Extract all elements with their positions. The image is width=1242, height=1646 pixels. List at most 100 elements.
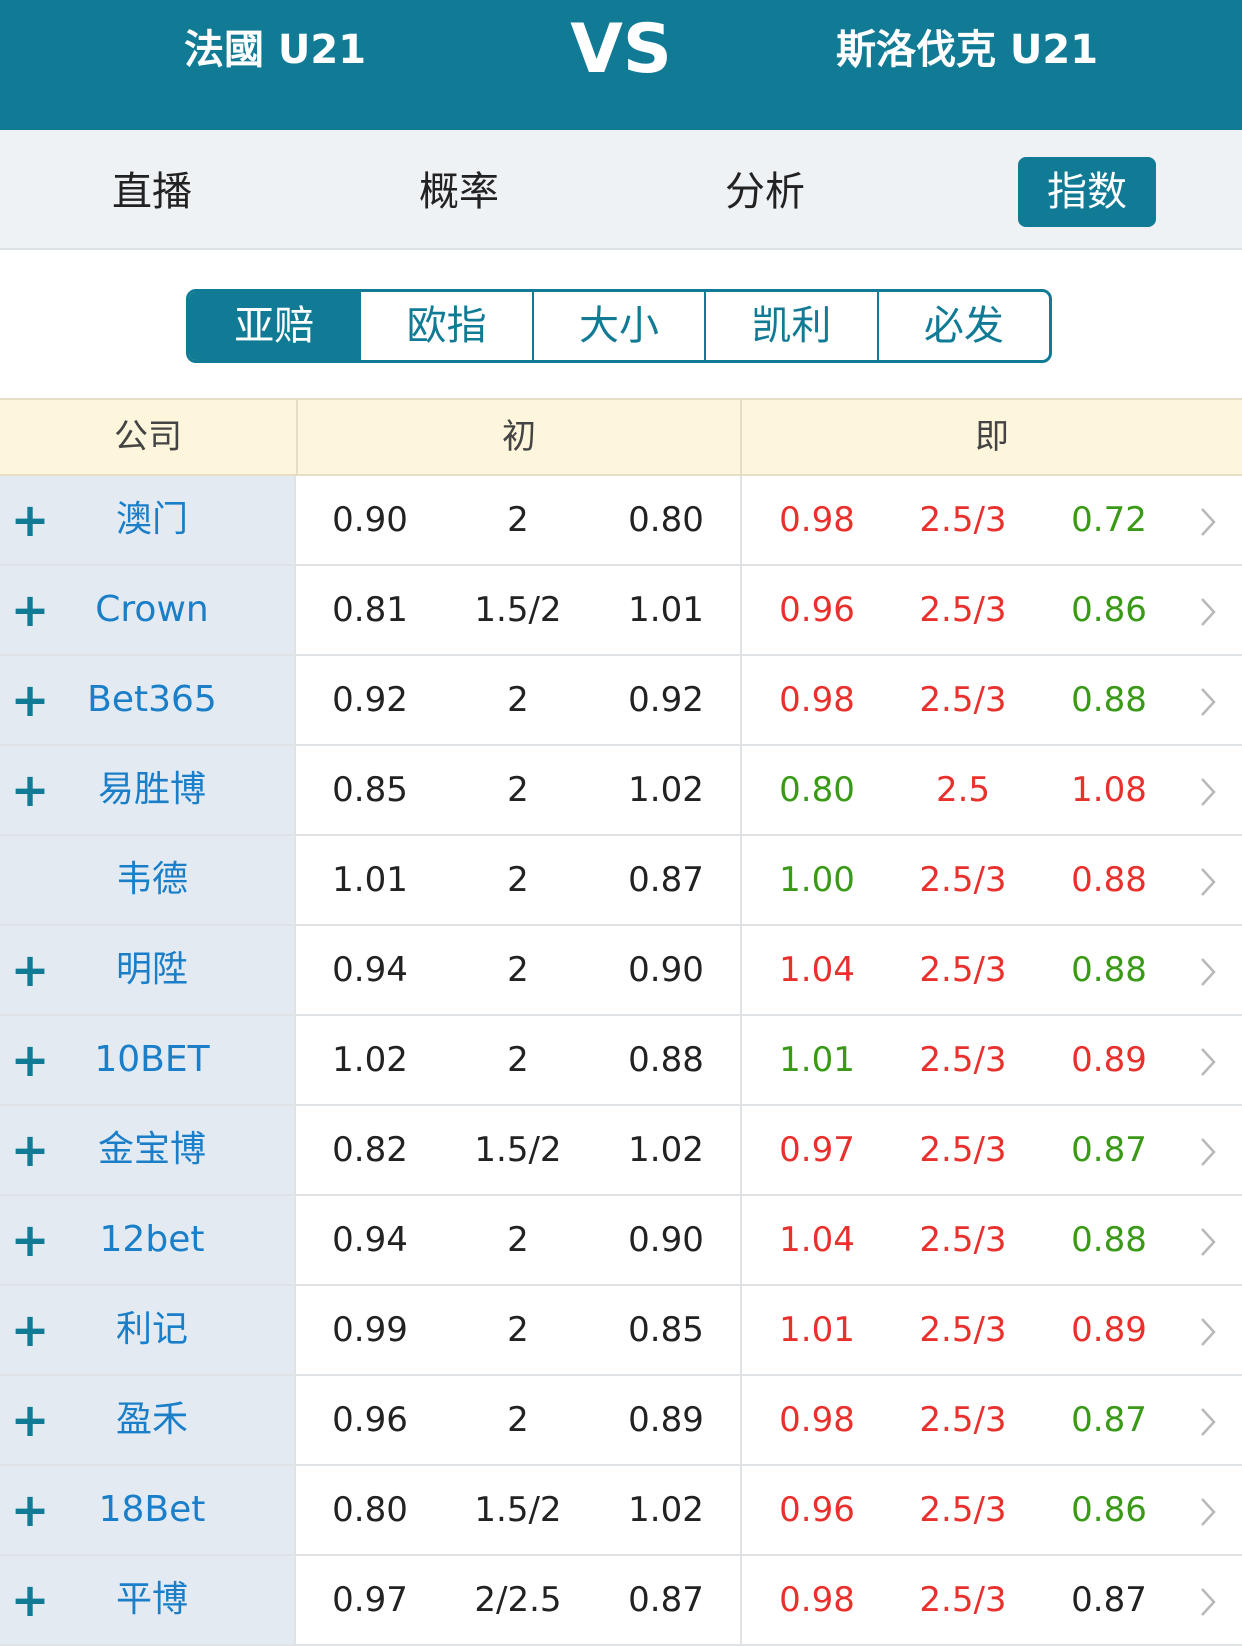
company-name[interactable]: 18Bet	[60, 1466, 244, 1554]
subtab-betfair[interactable]: 必发	[879, 292, 1049, 360]
initial-home-odds: 0.81	[332, 590, 408, 630]
company-name[interactable]: 易胜博	[60, 746, 244, 834]
initial-away-odds: 0.87	[628, 860, 704, 900]
company-name[interactable]: 澳门	[60, 476, 244, 564]
chevron-right-icon[interactable]	[1188, 926, 1228, 1014]
plus-icon[interactable]: +	[10, 926, 50, 1014]
company-name[interactable]: 10BET	[60, 1016, 244, 1104]
tab-probability[interactable]: 概率	[390, 157, 528, 227]
chevron-right-icon[interactable]	[1188, 1466, 1228, 1554]
table-row[interactable]: + 盈禾 0.96 2 0.89 0.98 2.5/3 0.87	[0, 1376, 1242, 1466]
vs-label: VS	[570, 10, 672, 89]
initial-away-odds: 0.90	[628, 950, 704, 990]
live-away-odds: 0.88	[1071, 680, 1147, 720]
column-divider	[740, 476, 742, 564]
initial-home-odds: 0.92	[332, 680, 408, 720]
live-home-odds: 0.96	[779, 1490, 855, 1530]
company-name[interactable]: 金宝博	[60, 1106, 244, 1194]
company-name[interactable]: Bet365	[60, 656, 244, 744]
plus-icon[interactable]: +	[10, 476, 50, 564]
initial-home-odds: 0.90	[332, 500, 408, 540]
initial-handicap: 2	[507, 1040, 529, 1080]
company-name[interactable]: 韦德	[60, 836, 244, 924]
live-handicap: 2.5	[935, 770, 991, 810]
live-handicap: 2.5/3	[919, 1310, 1007, 1350]
home-team-name: 法國 U21	[183, 27, 367, 73]
chevron-right-icon[interactable]	[1188, 656, 1228, 744]
header-company: 公司	[114, 417, 182, 457]
tab-analysis[interactable]: 分析	[696, 157, 834, 227]
plus-icon[interactable]: +	[10, 1196, 50, 1284]
table-row[interactable]: + 明陞 0.94 2 0.90 1.04 2.5/3 0.88	[0, 926, 1242, 1016]
company-name[interactable]: 12bet	[60, 1196, 244, 1284]
initial-away-odds: 0.88	[628, 1040, 704, 1080]
table-row[interactable]: +12bet 0.94 2 0.90 1.04 2.5/3 0.88	[0, 1196, 1242, 1286]
plus-icon[interactable]: +	[10, 1556, 50, 1644]
table-row[interactable]: + 平博 0.97 2/2.5 0.87 0.98 2.5/3 0.87	[0, 1556, 1242, 1646]
initial-away-odds: 0.90	[628, 1220, 704, 1260]
company-name[interactable]: 明陞	[60, 926, 244, 1014]
live-handicap: 2.5/3	[919, 1220, 1007, 1260]
company-cell: + Crown	[0, 566, 296, 654]
away-team-name: 斯洛伐克 U21	[835, 27, 1099, 73]
table-row[interactable]: +18Bet 0.80 1.5/2 1.02 0.96 2.5/3 0.86	[0, 1466, 1242, 1556]
chevron-right-icon[interactable]	[1188, 1196, 1228, 1284]
company-name[interactable]: 盈禾	[60, 1376, 244, 1464]
tab-odds-index[interactable]: 指数	[1018, 157, 1156, 227]
initial-handicap: 2	[507, 680, 529, 720]
chevron-right-icon[interactable]	[1188, 1016, 1228, 1104]
company-name[interactable]: 平博	[60, 1556, 244, 1644]
plus-icon[interactable]: +	[10, 1016, 50, 1104]
table-row[interactable]: 韦德 1.01 2 0.87 1.00 2.5/3 0.88	[0, 836, 1242, 926]
live-home-odds: 0.98	[779, 1580, 855, 1620]
company-cell: + 易胜博	[0, 746, 296, 834]
live-handicap: 2.5/3	[919, 1490, 1007, 1530]
table-row[interactable]: +10BET 1.02 2 0.88 1.01 2.5/3 0.89	[0, 1016, 1242, 1106]
table-row[interactable]: + 金宝博 0.82 1.5/2 1.02 0.97 2.5/3 0.87	[0, 1106, 1242, 1196]
initial-handicap: 2	[507, 1220, 529, 1260]
live-handicap: 2.5/3	[919, 860, 1007, 900]
plus-icon[interactable]: +	[10, 1466, 50, 1554]
plus-icon[interactable]: +	[10, 746, 50, 834]
table-row[interactable]: + 易胜博 0.85 2 1.02 0.80 2.5 1.08	[0, 746, 1242, 836]
table-row[interactable]: + 利记 0.99 2 0.85 1.01 2.5/3 0.89	[0, 1286, 1242, 1376]
plus-icon[interactable]: +	[10, 656, 50, 744]
chevron-right-icon[interactable]	[1188, 1106, 1228, 1194]
table-row[interactable]: + Bet365 0.92 2 0.92 0.98 2.5/3 0.88	[0, 656, 1242, 746]
chevron-right-icon[interactable]	[1188, 1556, 1228, 1644]
column-divider	[740, 1466, 742, 1554]
chevron-right-icon[interactable]	[1188, 566, 1228, 654]
chevron-right-icon[interactable]	[1188, 836, 1228, 924]
live-handicap: 2.5/3	[919, 950, 1007, 990]
live-home-odds: 0.98	[779, 500, 855, 540]
chevron-right-icon[interactable]	[1188, 1286, 1228, 1374]
live-away-odds: 0.72	[1071, 500, 1147, 540]
table-row[interactable]: + Crown 0.81 1.5/2 1.01 0.96 2.5/3 0.86	[0, 566, 1242, 656]
live-away-odds: 1.08	[1071, 770, 1147, 810]
plus-icon[interactable]: +	[10, 566, 50, 654]
initial-home-odds: 1.02	[332, 1040, 408, 1080]
initial-away-odds: 1.02	[628, 1490, 704, 1530]
subtab-european-odds[interactable]: 欧指	[361, 292, 534, 360]
chevron-right-icon[interactable]	[1188, 476, 1228, 564]
table-row[interactable]: + 澳门 0.90 2 0.80 0.98 2.5/3 0.72	[0, 476, 1242, 566]
plus-icon[interactable]: +	[10, 1106, 50, 1194]
initial-away-odds: 1.02	[628, 1130, 704, 1170]
initial-home-odds: 0.80	[332, 1490, 408, 1530]
company-cell: + 澳门	[0, 476, 296, 564]
plus-icon[interactable]: +	[10, 1376, 50, 1464]
live-away-odds: 0.88	[1071, 1220, 1147, 1260]
tab-live[interactable]: 直播	[83, 157, 221, 227]
initial-handicap: 2/2.5	[474, 1580, 562, 1620]
plus-icon[interactable]: +	[10, 1286, 50, 1374]
live-away-odds: 0.87	[1071, 1130, 1147, 1170]
subtab-over-under[interactable]: 大小	[534, 292, 707, 360]
chevron-right-icon[interactable]	[1188, 1376, 1228, 1464]
company-name[interactable]: 利记	[60, 1286, 244, 1374]
chevron-right-icon[interactable]	[1188, 746, 1228, 834]
subtab-kelly[interactable]: 凯利	[706, 292, 879, 360]
live-away-odds: 0.88	[1071, 860, 1147, 900]
company-name[interactable]: Crown	[60, 566, 244, 654]
initial-away-odds: 1.02	[628, 770, 704, 810]
subtab-asian-handicap[interactable]: 亚赔	[189, 292, 362, 360]
